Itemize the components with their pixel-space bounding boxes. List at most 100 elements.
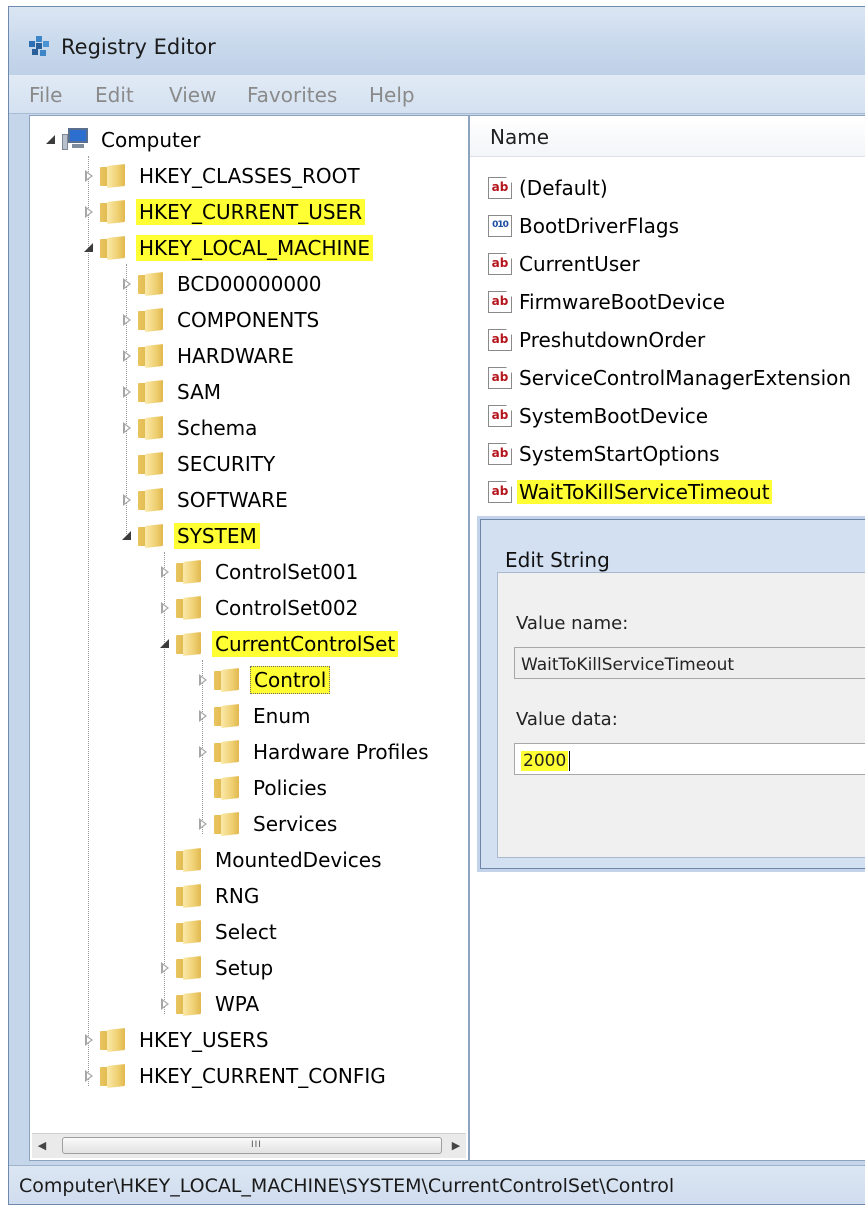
tree-item-software[interactable]: SOFTWARE <box>120 484 291 516</box>
folder-icon <box>214 704 240 728</box>
value-name: ServiceControlManagerExtension <box>519 366 852 390</box>
value-row-firmwarebootdevice[interactable]: ab FirmwareBootDevice <box>488 286 727 318</box>
expand-arrow-icon[interactable] <box>120 313 134 327</box>
menu-file[interactable]: File <box>29 83 62 107</box>
folder-icon <box>176 632 202 656</box>
expand-arrow-icon[interactable] <box>120 493 134 507</box>
expand-arrow-icon[interactable] <box>196 745 210 759</box>
tree-item-label: Schema <box>177 416 258 440</box>
tree-item-security[interactable]: SECURITY <box>120 448 278 480</box>
menu-view[interactable]: View <box>169 83 216 107</box>
value-name-label: Value name: <box>516 613 629 634</box>
tree-item-hkey-users[interactable]: HKEY_USERS <box>82 1024 272 1056</box>
value-name: WaitToKillServiceTimeout <box>517 480 772 504</box>
expand-arrow-icon[interactable] <box>196 709 210 723</box>
tree-item-sam[interactable]: SAM <box>120 376 224 408</box>
tree-item-controlset001[interactable]: ControlSet001 <box>158 556 361 588</box>
value-name: CurrentUser <box>519 252 640 276</box>
status-bar: Computer\HKEY_LOCAL_MACHINE\SYSTEM\Curre… <box>9 1165 865 1204</box>
tree-item-label: SOFTWARE <box>177 488 288 512</box>
tree-item-controlset002[interactable]: ControlSet002 <box>158 592 361 624</box>
menu-bar: File Edit View Favorites Help <box>9 75 865 114</box>
tree-item-label: CurrentControlSet <box>212 631 399 657</box>
menu-favorites[interactable]: Favorites <box>247 83 337 107</box>
folder-icon <box>214 668 240 692</box>
folder-icon <box>176 560 202 584</box>
tree-item-enum[interactable]: Enum <box>196 700 313 732</box>
tree-item-label: ControlSet002 <box>215 596 359 620</box>
tree-item-hardware-profiles[interactable]: Hardware Profiles <box>196 736 432 768</box>
value-row-systembootdevice[interactable]: ab SystemBootDevice <box>488 400 710 432</box>
expand-arrow-icon[interactable] <box>158 961 172 975</box>
tree-item-control[interactable]: Control <box>196 664 331 696</box>
menu-edit[interactable]: Edit <box>95 83 134 107</box>
value-data-label: Value data: <box>516 709 618 730</box>
tree-horizontal-scrollbar[interactable]: ◀ III ▶ <box>32 1133 466 1158</box>
tree-item-hkey-current-user[interactable]: HKEY_CURRENT_USER <box>82 196 366 228</box>
value-row-bootdriverflags[interactable]: 010 BootDriverFlags <box>488 210 681 242</box>
computer-icon <box>62 128 90 152</box>
folder-icon <box>176 920 202 944</box>
folder-icon <box>138 344 164 368</box>
expand-arrow-icon[interactable] <box>120 349 134 363</box>
scroll-right-arrow-icon[interactable]: ▶ <box>448 1138 464 1154</box>
tree-item-components[interactable]: COMPONENTS <box>120 304 322 336</box>
value-row-systemstartoptions[interactable]: ab SystemStartOptions <box>488 438 722 470</box>
tree-item-label: Setup <box>215 956 274 980</box>
tree-item-select[interactable]: Select <box>158 916 280 948</box>
collapse-arrow-icon[interactable] <box>82 241 96 255</box>
expand-arrow-icon[interactable] <box>158 601 172 615</box>
collapse-arrow-icon[interactable] <box>44 133 58 147</box>
collapse-arrow-icon[interactable] <box>120 529 134 543</box>
value-row-preshutdownorder[interactable]: ab PreshutdownOrder <box>488 324 707 356</box>
tree-item-computer[interactable]: Computer <box>44 124 203 156</box>
value-data-input[interactable]: 2000 <box>514 743 865 775</box>
expand-arrow-icon[interactable] <box>82 169 96 183</box>
tree-item-currentcontrolset[interactable]: CurrentControlSet <box>158 628 399 660</box>
scroll-left-arrow-icon[interactable]: ◀ <box>34 1138 50 1154</box>
value-row-default[interactable]: ab (Default) <box>488 172 610 204</box>
expand-arrow-icon[interactable] <box>196 817 210 831</box>
value-name: SystemBootDevice <box>519 404 709 428</box>
tree-item-services[interactable]: Services <box>196 808 340 840</box>
tree-item-system[interactable]: SYSTEM <box>120 520 260 552</box>
expand-arrow-icon[interactable] <box>120 277 134 291</box>
value-row-waittokillservicetimeout[interactable]: ab WaitToKillServiceTimeout <box>488 476 772 508</box>
tree-item-policies[interactable]: Policies <box>196 772 330 804</box>
expand-arrow-icon[interactable] <box>82 205 96 219</box>
collapse-arrow-icon[interactable] <box>158 637 172 651</box>
binary-value-icon: 010 <box>488 215 512 237</box>
value-row-currentuser[interactable]: ab CurrentUser <box>488 248 642 280</box>
tree-item-rng[interactable]: RNG <box>158 880 262 912</box>
tree-item-hkey-classes-root[interactable]: HKEY_CLASSES_ROOT <box>82 160 363 192</box>
folder-icon <box>100 1028 126 1052</box>
tree-item-bcd00000000[interactable]: BCD00000000 <box>120 268 325 300</box>
menu-help[interactable]: Help <box>369 83 415 107</box>
expand-arrow-icon[interactable] <box>120 421 134 435</box>
expand-arrow-icon[interactable] <box>120 385 134 399</box>
expand-arrow-icon[interactable] <box>82 1069 96 1083</box>
tree-item-label: Hardware Profiles <box>253 740 429 764</box>
expand-arrow-icon[interactable] <box>158 997 172 1011</box>
column-header-name[interactable]: Name <box>490 125 549 149</box>
tree-item-schema[interactable]: Schema <box>120 412 260 444</box>
tree-item-hkey-local-machine[interactable]: HKEY_LOCAL_MACHINE <box>82 232 374 264</box>
tree-item-hkey-current-config[interactable]: HKEY_CURRENT_CONFIG <box>82 1060 389 1092</box>
expand-arrow-icon[interactable] <box>82 1033 96 1047</box>
folder-icon <box>138 524 164 548</box>
tree-item-hardware[interactable]: HARDWARE <box>120 340 297 372</box>
expand-arrow-icon[interactable] <box>158 565 172 579</box>
key-tree-pane: Computer HKEY_CLASSES_ROOT HKEY_CURRENT_… <box>29 115 469 1161</box>
value-name: PreshutdownOrder <box>519 328 706 352</box>
folder-icon <box>100 1064 126 1088</box>
value-row-servicecontrolmanagerextension[interactable]: ab ServiceControlManagerExtension <box>488 362 853 394</box>
tree-item-setup[interactable]: Setup <box>158 952 276 984</box>
folder-icon <box>176 596 202 620</box>
folder-icon <box>214 740 240 764</box>
tree-item-mounteddevices[interactable]: MountedDevices <box>158 844 385 876</box>
expand-arrow-icon[interactable] <box>196 673 210 687</box>
scrollbar-thumb[interactable]: III <box>62 1137 442 1154</box>
string-value-icon: ab <box>488 481 512 503</box>
tree-item-wpa[interactable]: WPA <box>158 988 262 1020</box>
window-title: Registry Editor <box>61 35 216 59</box>
